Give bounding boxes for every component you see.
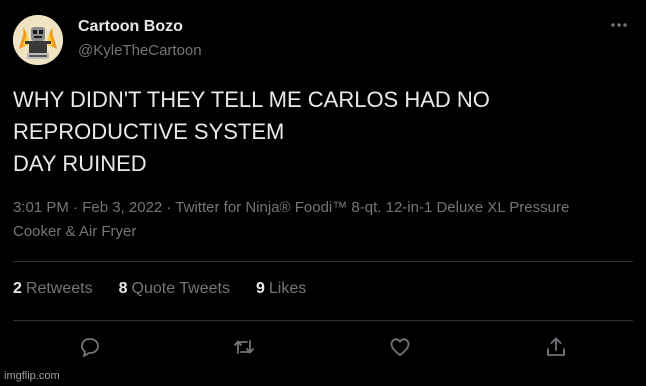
more-options-button[interactable] xyxy=(606,12,632,38)
retweet-icon xyxy=(234,340,254,354)
tweet-card: Cartoon Bozo @KyleTheCartoon WHY DIDN'T … xyxy=(0,0,646,386)
quote-tweets-stat[interactable]: 8 Quote Tweets xyxy=(119,280,230,298)
engagement-stats: 2 Retweets 8 Quote Tweets 9 Likes xyxy=(13,280,306,298)
action-bar xyxy=(0,334,646,360)
retweets-stat[interactable]: 2 Retweets xyxy=(13,280,93,298)
likes-stat[interactable]: 9 Likes xyxy=(256,280,306,298)
user-handle[interactable]: @KyleTheCartoon xyxy=(78,42,202,59)
retweets-label: Retweets xyxy=(25,280,93,297)
divider xyxy=(13,320,633,321)
more-icon xyxy=(611,23,627,27)
quote-tweets-count: 8 xyxy=(118,280,128,297)
timestamp-source[interactable]: 3:01 PM · Feb 3, 2022 · Twitter for Ninj… xyxy=(13,196,623,220)
reply-icon xyxy=(81,338,99,357)
display-name[interactable]: Cartoon Bozo xyxy=(78,18,183,36)
tweet-text-line: REPRODUCTIVE SYSTEM xyxy=(13,119,285,144)
avatar[interactable] xyxy=(13,15,63,65)
retweets-count: 2 xyxy=(13,280,22,297)
divider xyxy=(13,261,633,262)
share-button[interactable] xyxy=(543,334,569,360)
timestamp-source-continued[interactable]: Cooker & Air Fryer xyxy=(13,220,623,244)
share-icon xyxy=(547,337,565,356)
avatar-image xyxy=(13,15,63,65)
likes-count: 9 xyxy=(255,280,265,297)
tweet-text-line: WHY DIDN'T THEY TELL ME CARLOS HAD NO xyxy=(13,87,490,112)
watermark: imgflip.com xyxy=(4,370,60,382)
likes-label: Likes xyxy=(268,280,307,297)
heart-icon xyxy=(390,338,410,356)
quote-tweets-label: Quote Tweets xyxy=(131,280,230,297)
retweet-button[interactable] xyxy=(231,334,257,360)
like-button[interactable] xyxy=(387,334,413,360)
tweet-text-line: DAY RUINED xyxy=(13,151,147,176)
reply-button[interactable] xyxy=(77,334,103,360)
tweet-metadata: 3:01 PM · Feb 3, 2022 · Twitter for Ninj… xyxy=(13,196,623,244)
tweet-text: WHY DIDN'T THEY TELL ME CARLOS HAD NO RE… xyxy=(13,84,613,180)
